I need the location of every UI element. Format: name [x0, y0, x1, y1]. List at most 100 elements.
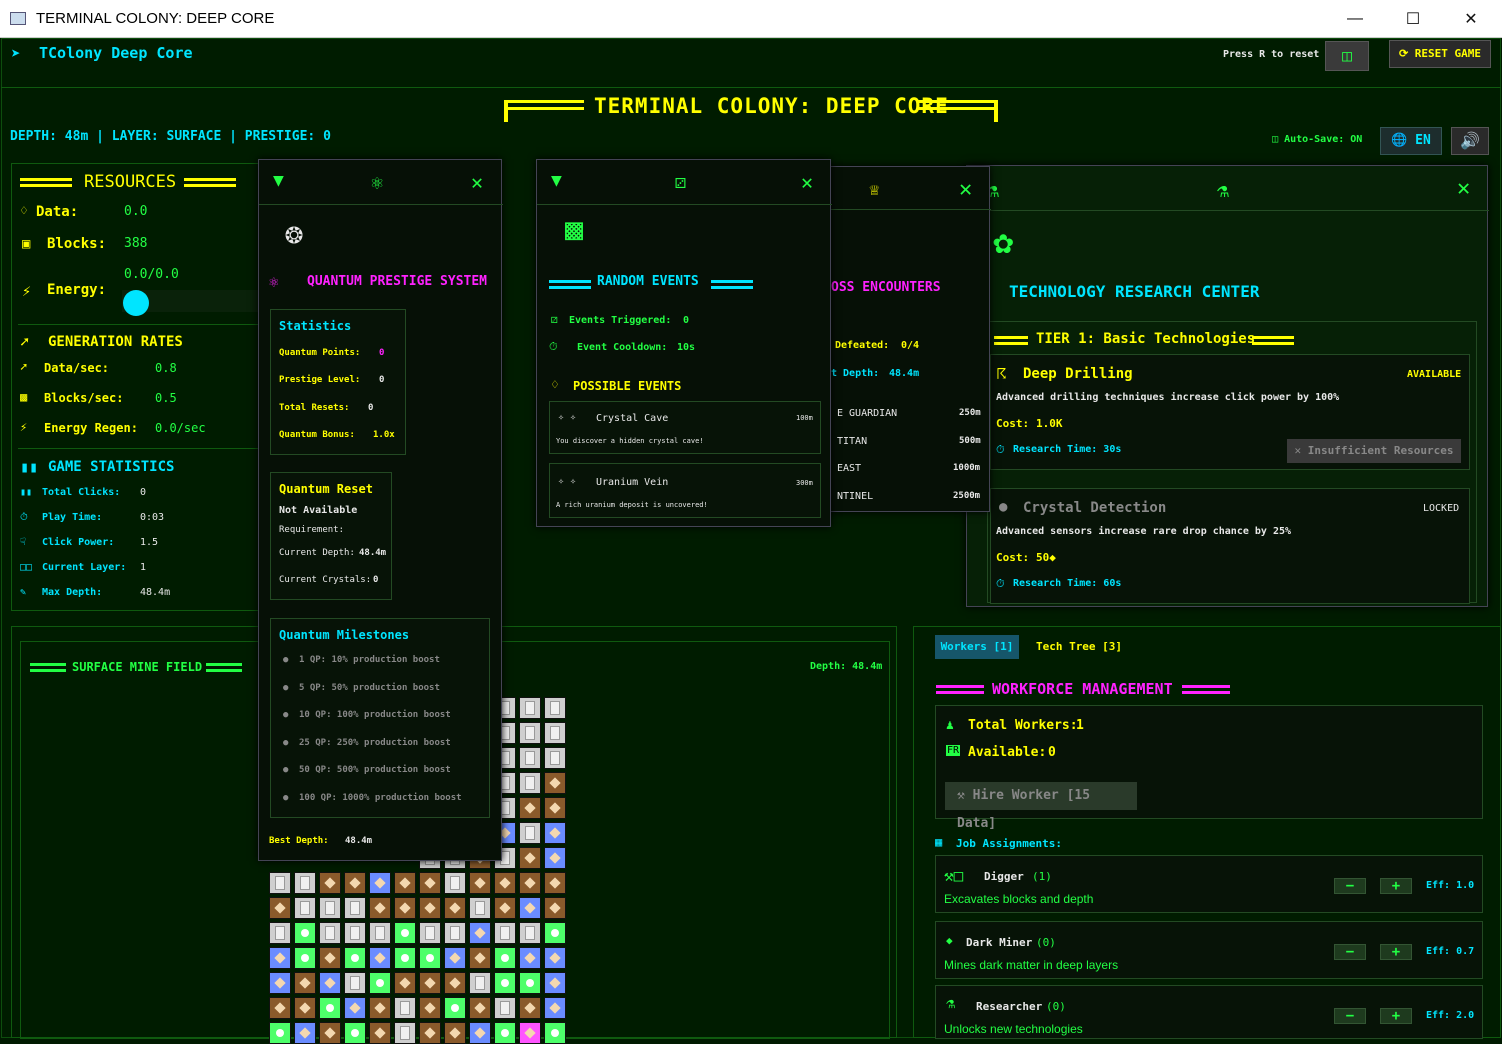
uranium-block[interactable] — [519, 972, 541, 994]
uranium-block[interactable] — [494, 1022, 516, 1044]
dirt-block[interactable] — [294, 972, 316, 994]
crystal-block[interactable] — [544, 997, 566, 1019]
stone-block[interactable] — [319, 897, 341, 919]
dirt-block[interactable] — [519, 997, 541, 1019]
stone-block[interactable] — [344, 897, 366, 919]
stone-block[interactable] — [544, 722, 566, 744]
stone-block[interactable] — [519, 822, 541, 844]
close-button[interactable]: ✕ — [1442, 0, 1500, 38]
crystal-block[interactable] — [344, 997, 366, 1019]
dirt-block[interactable] — [369, 1022, 391, 1044]
dirt-block[interactable] — [294, 997, 316, 1019]
dirt-block[interactable] — [394, 972, 416, 994]
dirt-block[interactable] — [469, 947, 491, 969]
dirt-block[interactable] — [369, 897, 391, 919]
dirt-block[interactable] — [319, 872, 341, 894]
crystal-block[interactable] — [469, 1022, 491, 1044]
stone-block[interactable] — [494, 922, 516, 944]
stone-block[interactable] — [444, 922, 466, 944]
digger-increase-button[interactable]: + — [1380, 878, 1412, 894]
rare-block[interactable] — [519, 1022, 541, 1044]
crystal-block[interactable] — [519, 947, 541, 969]
dirt-block[interactable] — [419, 897, 441, 919]
uranium-block[interactable] — [394, 947, 416, 969]
stone-block[interactable] — [469, 897, 491, 919]
save-button[interactable]: ◫ — [1325, 41, 1369, 71]
stone-block[interactable] — [469, 972, 491, 994]
research-button[interactable]: ✕ Insufficient Resources — [1287, 439, 1461, 463]
dirt-block[interactable] — [519, 847, 541, 869]
dirt-block[interactable] — [419, 872, 441, 894]
dirt-block[interactable] — [319, 947, 341, 969]
stone-block[interactable] — [444, 872, 466, 894]
stone-block[interactable] — [519, 722, 541, 744]
uranium-block[interactable] — [544, 1022, 566, 1044]
researcher-decrease-button[interactable]: − — [1334, 1008, 1366, 1024]
dirt-block[interactable] — [444, 897, 466, 919]
tab-tech-tree[interactable]: Tech Tree [3] — [1034, 635, 1124, 659]
dirt-block[interactable] — [544, 872, 566, 894]
crystal-block[interactable] — [369, 947, 391, 969]
crystal-block[interactable] — [469, 922, 491, 944]
sound-button[interactable]: 🔊 — [1451, 127, 1489, 155]
dirt-block[interactable] — [494, 897, 516, 919]
dirt-block[interactable] — [469, 872, 491, 894]
stone-block[interactable] — [544, 747, 566, 769]
stone-block[interactable] — [519, 747, 541, 769]
uranium-block[interactable] — [369, 972, 391, 994]
dirt-block[interactable] — [319, 1022, 341, 1044]
dirt-block[interactable] — [444, 1022, 466, 1044]
reset-game-button[interactable]: ⟳ RESET GAME — [1389, 40, 1491, 68]
uranium-block[interactable] — [394, 922, 416, 944]
hire-worker-button[interactable]: ⚒ Hire Worker [15 Data] — [945, 782, 1137, 831]
collapse-icon[interactable]: ▼ — [273, 170, 284, 191]
stone-block[interactable] — [519, 772, 541, 794]
uranium-block[interactable] — [419, 947, 441, 969]
crystal-block[interactable] — [294, 1022, 316, 1044]
crystal-block[interactable] — [269, 947, 291, 969]
crystal-block[interactable] — [319, 972, 341, 994]
dirt-block[interactable] — [519, 797, 541, 819]
uranium-block[interactable] — [269, 1022, 291, 1044]
stone-block[interactable] — [394, 997, 416, 1019]
stone-block[interactable] — [544, 697, 566, 719]
crystal-block[interactable] — [269, 972, 291, 994]
dirt-block[interactable] — [419, 997, 441, 1019]
stone-block[interactable] — [519, 922, 541, 944]
dirt-block[interactable] — [269, 897, 291, 919]
uranium-block[interactable] — [294, 947, 316, 969]
stone-block[interactable] — [269, 922, 291, 944]
dirt-block[interactable] — [344, 872, 366, 894]
dirt-block[interactable] — [544, 772, 566, 794]
crystal-block[interactable] — [544, 847, 566, 869]
dirt-block[interactable] — [369, 997, 391, 1019]
uranium-block[interactable] — [494, 947, 516, 969]
close-icon[interactable]: ✕ — [471, 170, 483, 194]
stone-block[interactable] — [344, 922, 366, 944]
stone-block[interactable] — [269, 872, 291, 894]
crystal-block[interactable] — [544, 822, 566, 844]
stone-block[interactable] — [294, 872, 316, 894]
crystal-block[interactable] — [544, 947, 566, 969]
crystal-block[interactable] — [544, 972, 566, 994]
stone-block[interactable] — [419, 922, 441, 944]
minimize-button[interactable]: — — [1326, 0, 1384, 38]
stone-block[interactable] — [494, 997, 516, 1019]
crystal-block[interactable] — [519, 897, 541, 919]
dark-miner-decrease-button[interactable]: − — [1334, 944, 1366, 960]
dirt-block[interactable] — [394, 872, 416, 894]
energy-slider-knob[interactable] — [123, 290, 149, 316]
stone-block[interactable] — [519, 697, 541, 719]
uranium-block[interactable] — [344, 947, 366, 969]
maximize-button[interactable]: ☐ — [1384, 0, 1442, 38]
close-icon[interactable]: ✕ — [959, 177, 972, 202]
language-button[interactable]: 🌐 EN — [1380, 127, 1442, 155]
researcher-increase-button[interactable]: + — [1380, 1008, 1412, 1024]
dirt-block[interactable] — [419, 972, 441, 994]
dirt-block[interactable] — [394, 897, 416, 919]
dirt-block[interactable] — [544, 897, 566, 919]
digger-decrease-button[interactable]: − — [1334, 878, 1366, 894]
collapse-icon[interactable]: ▼ — [551, 170, 562, 191]
stone-block[interactable] — [319, 922, 341, 944]
stone-block[interactable] — [394, 1022, 416, 1044]
